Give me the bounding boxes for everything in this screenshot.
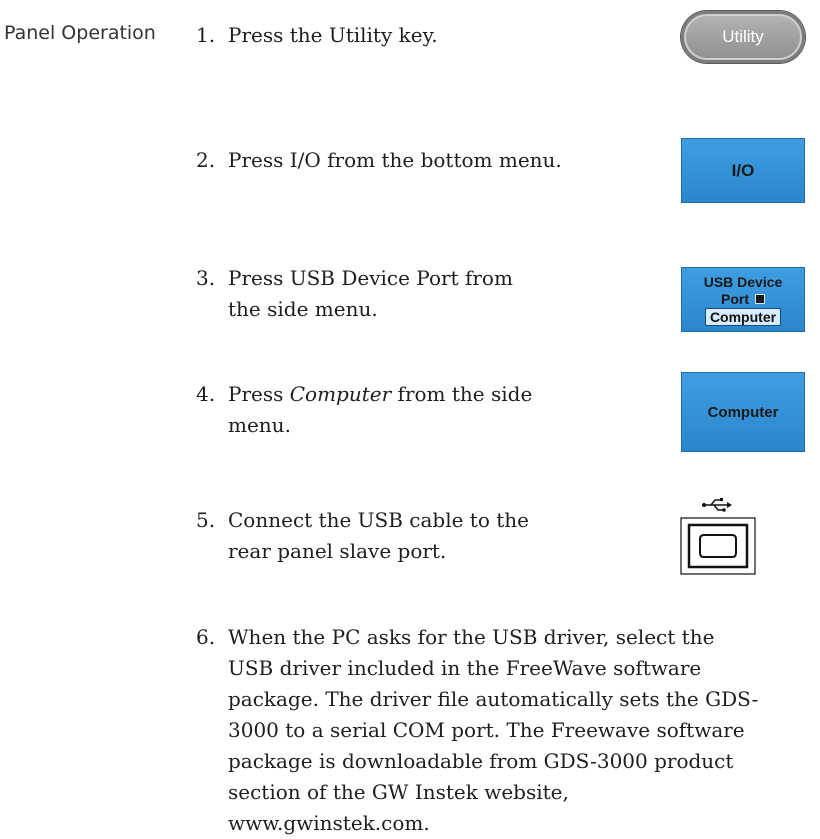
usb-trident-icon: [702, 498, 732, 512]
step-number: 5.: [196, 508, 216, 532]
step-text: Connect the USB cable to the rear panel …: [228, 508, 529, 563]
usb-device-port-menu-key: USB Device Port Computer: [681, 267, 805, 332]
step-text-emphasis: Computer: [289, 382, 392, 406]
step-text: Press Computer from the side menu.: [228, 379, 546, 441]
step-text: When the PC asks for the USB driver, sel…: [228, 625, 759, 835]
step-number: 4.: [196, 382, 216, 406]
step-3: 3. Press USB Device Port from the side m…: [196, 263, 546, 325]
step-text: Press the Utility key.: [228, 23, 438, 47]
utility-key: Utility: [681, 11, 805, 63]
io-menu-key: I/O: [681, 138, 805, 203]
usb-device-selected-value: Computer: [704, 307, 782, 326]
computer-menu-key: Computer: [681, 372, 805, 452]
usb-device-label: USB Device: [703, 273, 783, 290]
step-4: 4. Press Computer from the side menu.: [196, 379, 546, 441]
step-1: 1. Press the Utility key.: [196, 20, 626, 51]
step-6: 6. When the PC asks for the USB driver, …: [196, 622, 766, 839]
step-2: 2. Press I/O from the bottom menu.: [196, 145, 626, 176]
step-text: Press I/O from the bottom menu.: [228, 148, 562, 172]
step-number: 1.: [196, 23, 216, 47]
indicator-square-icon: [755, 293, 765, 304]
step-text-pre: Press: [228, 382, 290, 406]
step-number: 6.: [196, 625, 216, 649]
usb-b-port-icon: [680, 498, 756, 575]
section-label: Panel Operation: [4, 22, 156, 44]
usb-device-port-row: Port: [721, 291, 765, 307]
usb-device-port-label: Port: [721, 290, 749, 307]
step-5: 5. Connect the USB cable to the rear pan…: [196, 505, 546, 567]
step-number: 2.: [196, 148, 216, 172]
step-number: 3.: [196, 266, 216, 290]
step-text: Press USB Device Port from the side menu…: [228, 266, 513, 321]
